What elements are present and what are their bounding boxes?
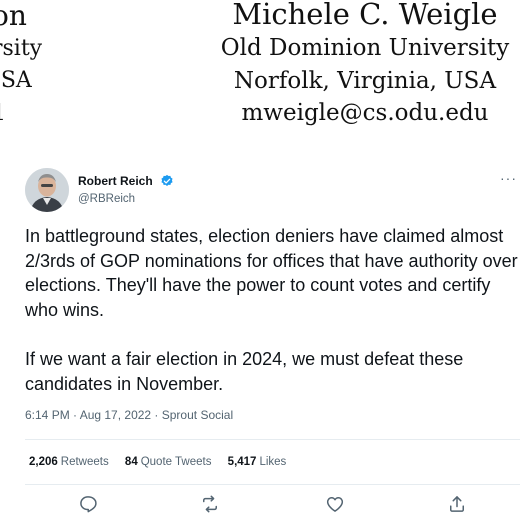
left-author-name: on [0, 0, 27, 32]
tweet-text: In battleground states, election deniers… [25, 224, 520, 396]
right-author-email: mweigle@cs.odu.edu [241, 100, 489, 126]
retweets-label: Retweets [60, 456, 109, 468]
likes-stat[interactable]: 5,417 Likes [228, 456, 287, 468]
right-author-location: Norfolk, Virginia, USA [233, 68, 497, 94]
quote-tweets-count: 84 [124, 456, 138, 468]
likes-count: 5,417 [227, 456, 257, 468]
tweet-author[interactable]: Robert Reich @RBReich [78, 172, 174, 205]
right-author-name: Michele C. Weigle [232, 0, 498, 31]
verified-badge-icon [161, 174, 173, 186]
tweet-stats: 2,206 Retweets 84 Quote Tweets 5,417 Likes [29, 456, 299, 468]
retweets-stat[interactable]: 2,206 Retweets [29, 456, 109, 468]
author-handle[interactable]: @RBReich [78, 193, 174, 205]
embedded-tweet: Robert Reich @RBReich ··· In battlegroun… [0, 150, 520, 528]
left-author-email: 1 [0, 101, 6, 126]
share-icon[interactable] [447, 494, 467, 514]
tweet-paragraph-1: In battleground states, election deniers… [25, 226, 518, 320]
left-author-affiliation: rsity [0, 36, 43, 61]
tweet-timestamp[interactable]: 6:14 PM · Aug 17, 2022 · Sprout Social [25, 408, 233, 422]
like-icon[interactable] [325, 494, 345, 514]
right-author-affiliation: Old Dominion University [220, 35, 510, 61]
tweet-paragraph-2: If we want a fair election in 2024, we m… [25, 349, 464, 394]
avatar[interactable] [25, 168, 69, 212]
divider [25, 439, 520, 440]
retweet-icon[interactable] [200, 494, 220, 514]
left-author-location: JSA [0, 68, 32, 93]
more-options-icon[interactable]: ··· [500, 170, 517, 186]
tweet-actions [0, 494, 520, 518]
reply-icon[interactable] [78, 494, 98, 514]
quote-tweets-stat[interactable]: 84 Quote Tweets [125, 456, 212, 468]
paper-author-block: on rsity JSA 1 Michele C. Weigle Old Dom… [0, 0, 520, 140]
author-name[interactable]: Robert Reich [78, 174, 153, 188]
divider [25, 484, 520, 485]
retweets-count: 2,206 [29, 456, 58, 468]
likes-label: Likes [259, 456, 287, 468]
quote-tweets-label: Quote Tweets [140, 456, 212, 468]
